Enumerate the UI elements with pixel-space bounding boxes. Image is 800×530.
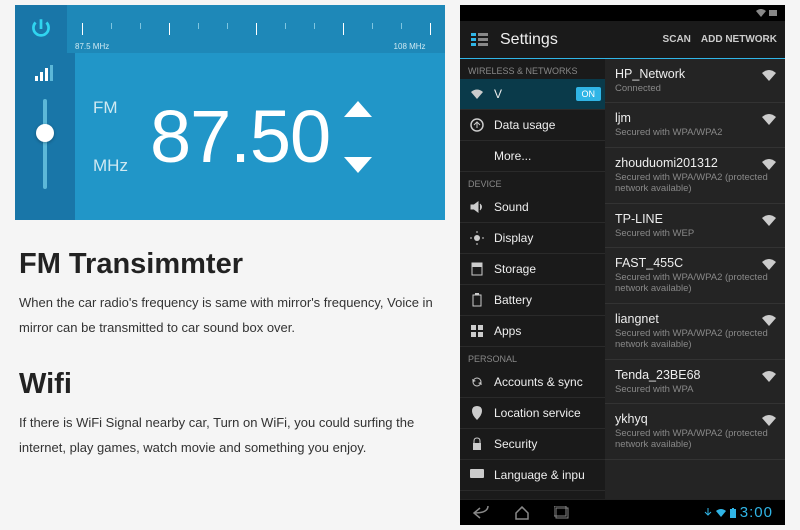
- sidebar-item-accounts[interactable]: Accounts & sync: [460, 367, 605, 398]
- wifi-section-body: If there is WiFi Signal nearby car, Turn…: [19, 411, 441, 460]
- wifi-name: liangnet: [615, 312, 775, 326]
- wifi-status-icon: [756, 8, 766, 18]
- volume-thumb[interactable]: [36, 124, 54, 142]
- wifi-sub: Secured with WPA/WPA2 (protected network…: [615, 272, 775, 295]
- wifi-network-item[interactable]: TP-LINE Secured with WEP: [605, 204, 785, 248]
- freq-high-label: 108 MHz: [394, 42, 426, 51]
- nav-bar: 3:00: [460, 499, 785, 525]
- data-icon: [468, 118, 486, 132]
- power-button[interactable]: [15, 5, 67, 53]
- category-device: DEVICE: [460, 172, 605, 192]
- freq-low-label: 87.5 MHz: [75, 42, 109, 51]
- sidebar-item-display[interactable]: Display: [460, 223, 605, 254]
- sync-icon: [468, 375, 486, 389]
- category-personal: PERSONAL: [460, 347, 605, 367]
- apps-icon: [468, 325, 486, 337]
- freq-up-button[interactable]: [344, 101, 372, 117]
- wifi-network-item[interactable]: liangnet Secured with WPA/WPA2 (protected…: [605, 304, 785, 360]
- wifi-sub: Connected: [615, 83, 775, 94]
- wifi-toggle[interactable]: ON: [576, 87, 602, 101]
- volume-slider[interactable]: [43, 99, 47, 189]
- wifi-sub: Secured with WEP: [615, 228, 775, 239]
- storage-icon: [468, 262, 486, 276]
- category-wireless: WIRELESS & NETWORKS: [460, 59, 605, 79]
- wifi-name: FAST_455C: [615, 256, 775, 270]
- wifi-network-item[interactable]: zhouduomi201312 Secured with WPA/WPA2 (pr…: [605, 148, 785, 204]
- sidebar-item-apps[interactable]: Apps: [460, 316, 605, 347]
- wifi-icon: [468, 88, 486, 100]
- settings-header: Settings SCAN ADD NETWORK: [460, 21, 785, 59]
- freq-down-button[interactable]: [344, 157, 372, 173]
- wifi-sub: Secured with WPA/WPA2 (protected network…: [615, 172, 775, 195]
- wifi-network-item[interactable]: ykhyq Secured with WPA/WPA2 (protected ne…: [605, 404, 785, 460]
- sidebar-item-more[interactable]: More...: [460, 141, 605, 172]
- home-button[interactable]: [514, 506, 530, 520]
- lock-icon: [468, 437, 486, 451]
- sidebar-item-storage[interactable]: Storage: [460, 254, 605, 285]
- wifi-name: ljm: [615, 111, 775, 125]
- fm-section-title: FM Transimmter: [19, 248, 441, 281]
- wifi-section-title: Wifi: [19, 368, 441, 401]
- wifi-section: Wifi If there is WiFi Signal nearby car,…: [15, 368, 445, 460]
- scan-button[interactable]: SCAN: [663, 34, 691, 45]
- sidebar-item-wifi[interactable]: V ON: [460, 79, 605, 110]
- unit-label: MHz: [93, 156, 150, 176]
- sidebar-item-location[interactable]: Location service: [460, 398, 605, 429]
- android-device: Settings SCAN ADD NETWORK WIRELESS & NET…: [460, 5, 785, 525]
- sidebar-item-data[interactable]: Data usage: [460, 110, 605, 141]
- wifi-signal-icon: [761, 258, 777, 272]
- wifi-network-item[interactable]: FAST_455C Secured with WPA/WPA2 (protecte…: [605, 248, 785, 304]
- sidebar-item-sound[interactable]: Sound: [460, 192, 605, 223]
- wifi-signal-icon: [761, 214, 777, 228]
- display-icon: [468, 231, 486, 245]
- sidebar-item-security[interactable]: Security: [460, 429, 605, 460]
- settings-icon: [468, 28, 492, 52]
- wifi-sub: Secured with WPA/WPA2 (protected network…: [615, 428, 775, 451]
- power-icon: [28, 16, 54, 42]
- language-icon: [468, 469, 486, 481]
- recent-button[interactable]: [554, 506, 570, 520]
- settings-sidebar: WIRELESS & NETWORKS V ON Data usage More…: [460, 59, 605, 499]
- wifi-list: HP_Network Connected ljm Secured with WPA/W…: [605, 59, 785, 499]
- wifi-name: zhouduomi201312: [615, 156, 775, 170]
- sidebar-item-language[interactable]: Language & inpu: [460, 460, 605, 491]
- wifi-signal-icon: [761, 314, 777, 328]
- wifi-signal-icon: [761, 414, 777, 428]
- wifi-network-item[interactable]: Tenda_23BE68 Secured with WPA: [605, 360, 785, 404]
- wifi-signal-icon: [761, 158, 777, 172]
- wifi-name: TP-LINE: [615, 212, 775, 226]
- fm-section: FM Transimmter When the car radio's freq…: [15, 248, 445, 340]
- frequency-bar[interactable]: 87.5 MHz 108 MHz: [67, 5, 445, 53]
- wifi-signal-icon: [761, 69, 777, 83]
- wifi-name: Tenda_23BE68: [615, 368, 775, 382]
- nav-wifi-icon: [716, 508, 726, 518]
- fm-section-body: When the car radio's frequency is same w…: [19, 291, 441, 340]
- nav-battery-icon: [730, 508, 736, 518]
- location-icon: [468, 406, 486, 420]
- wifi-network-item[interactable]: ljm Secured with WPA/WPA2: [605, 103, 785, 147]
- add-network-button[interactable]: ADD NETWORK: [701, 34, 777, 45]
- settings-title: Settings: [500, 31, 653, 49]
- status-bar: [460, 5, 785, 21]
- band-label: FM: [93, 98, 150, 118]
- wifi-name: ykhyq: [615, 412, 775, 426]
- nav-download-icon: [704, 508, 712, 518]
- nav-clock: 3:00: [740, 504, 773, 521]
- battery-icon: [468, 293, 486, 307]
- wifi-signal-icon: [761, 370, 777, 384]
- sound-icon: [468, 201, 486, 213]
- signal-icon: [35, 65, 55, 81]
- frequency-display: 87.50: [150, 94, 330, 179]
- wifi-sub: Secured with WPA/WPA2 (protected network…: [615, 328, 775, 351]
- wifi-signal-icon: [761, 113, 777, 127]
- sidebar-item-battery[interactable]: Battery: [460, 285, 605, 316]
- wifi-network-item[interactable]: HP_Network Connected: [605, 59, 785, 103]
- wifi-name: HP_Network: [615, 67, 775, 81]
- wifi-sub: Secured with WPA/WPA2: [615, 127, 775, 138]
- back-button[interactable]: [472, 506, 490, 520]
- battery-status-icon: [769, 8, 779, 18]
- fm-radio-panel: 87.5 MHz 108 MHz: [15, 5, 445, 220]
- wifi-sub: Secured with WPA: [615, 384, 775, 395]
